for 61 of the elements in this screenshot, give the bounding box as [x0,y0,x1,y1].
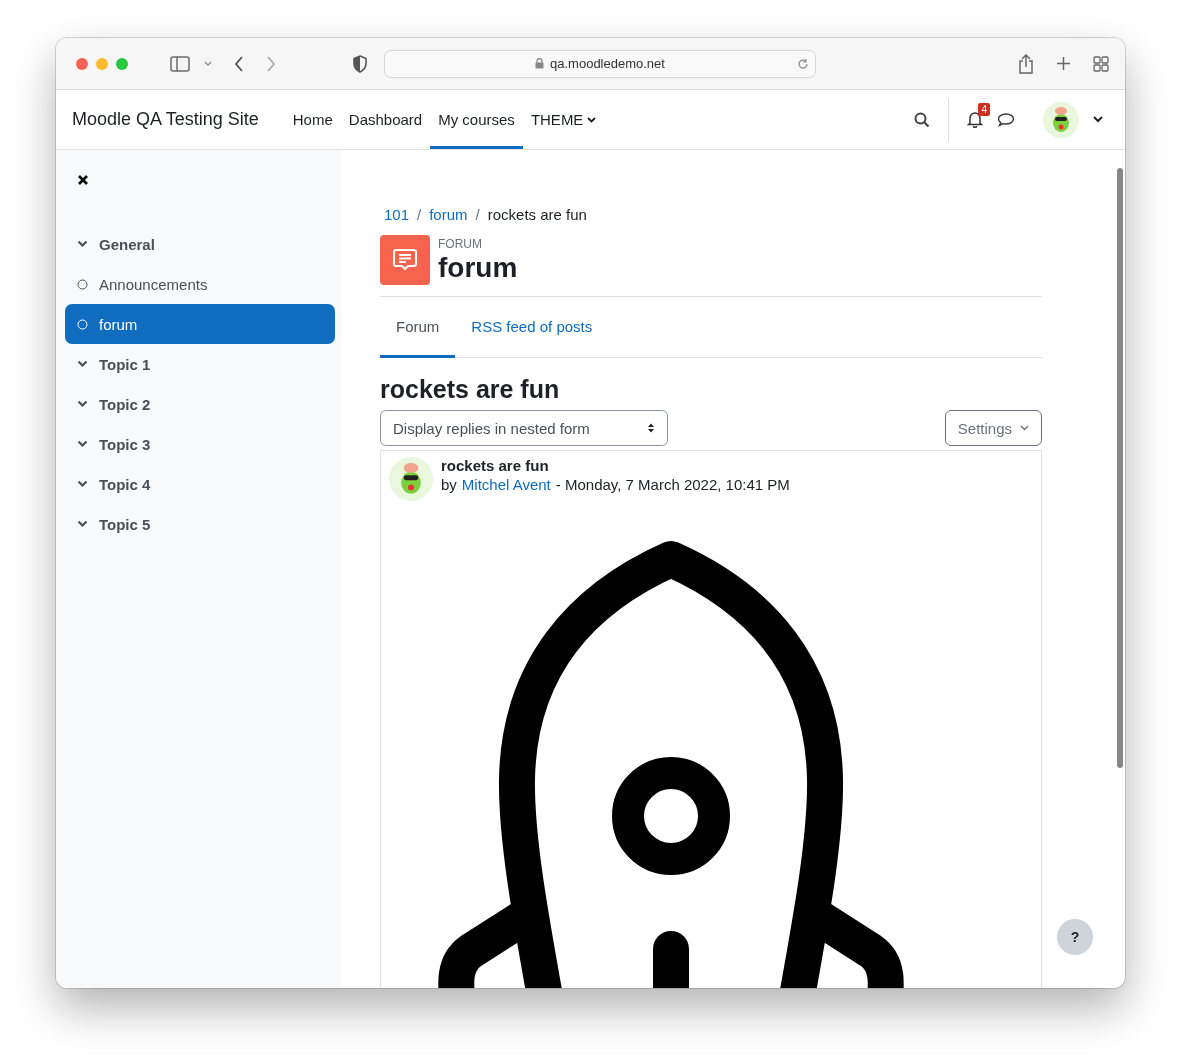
course-index-item[interactable]: Topic 2 [65,384,335,424]
chevron-down-icon[interactable] [77,400,88,408]
chevron-down-icon[interactable] [77,480,88,488]
share-icon[interactable] [1018,53,1034,74]
nav-link[interactable]: My courses [430,90,523,149]
current-page-text: rockets are fun [487,206,587,223]
page-title: forum [438,251,518,285]
display-mode-select[interactable]: Display replies in nested form [380,410,668,446]
plus-icon[interactable] [1056,56,1071,71]
course-index-item[interactable]: forum [65,304,335,344]
circle-icon [77,318,88,330]
forum-icon [380,235,430,285]
nav-link[interactable]: Dashboard [340,90,431,149]
post-date: - Monday, 7 March 2022, 10:41 PM [555,476,790,493]
course-index-item[interactable]: General [65,224,335,264]
notification-badge: 4 [978,103,990,116]
course-index-item[interactable]: Topic 5 [65,504,335,544]
chevron-down-icon[interactable] [77,520,88,528]
sidebar-toggle-icon[interactable] [170,55,190,72]
course-index-item[interactable]: Topic 4 [65,464,335,504]
circle-icon [77,278,88,290]
course-index-item[interactable]: Topic 1 [65,344,335,384]
course-index-item[interactable]: Topic 3 [65,424,335,464]
chevron-down-icon[interactable] [1093,116,1103,123]
breadcrumb-separator: / [475,206,480,223]
activity-type-label: FORUM [438,237,483,251]
nav-link[interactable]: Home [284,90,341,149]
address-bar[interactable]: qa.moodledemo.net [384,49,816,78]
author-link[interactable]: Mitchel Avent [461,476,551,493]
help-button[interactable]: ? [1057,919,1093,955]
tab[interactable]: RSS feed of posts [455,297,609,358]
breadcrumb-link[interactable]: forum [429,206,468,223]
close-window-icon[interactable] [76,57,88,70]
chevron-down-icon[interactable] [77,360,88,368]
lock-icon [535,58,545,69]
shield-icon[interactable] [352,54,368,73]
discussion-title: rockets are fun [380,375,561,404]
reload-icon[interactable] [797,57,809,70]
sort-arrows-icon [647,422,655,434]
chat-bubble-icon[interactable] [997,111,1015,128]
breadcrumb-separator: / [417,206,422,223]
scrollbar[interactable] [1117,168,1123,768]
nav-link[interactable]: THEME [522,90,605,149]
chevron-down-icon[interactable] [77,440,88,448]
tab[interactable]: Forum [380,297,456,358]
post-subject: rockets are fun [441,457,550,474]
chevron-down-icon [1020,425,1029,431]
user-avatar-icon[interactable] [1043,101,1079,138]
settings-button[interactable]: Settings [944,410,1042,446]
back-icon[interactable] [234,55,244,72]
breadcrumb-link[interactable]: 101 [384,206,410,223]
chevron-down-icon[interactable] [77,240,88,248]
tab-overview-icon[interactable] [1093,55,1109,72]
url-text: qa.moodledemo.net [550,56,665,71]
bell-icon[interactable] [967,111,983,128]
close-icon[interactable] [77,174,89,186]
author-avatar-icon [389,457,433,501]
search-icon[interactable] [914,111,930,128]
site-name[interactable]: Moodle QA Testing Site [72,109,259,130]
course-index-item[interactable]: Announcements [65,264,335,304]
byline-label: by [441,476,457,493]
